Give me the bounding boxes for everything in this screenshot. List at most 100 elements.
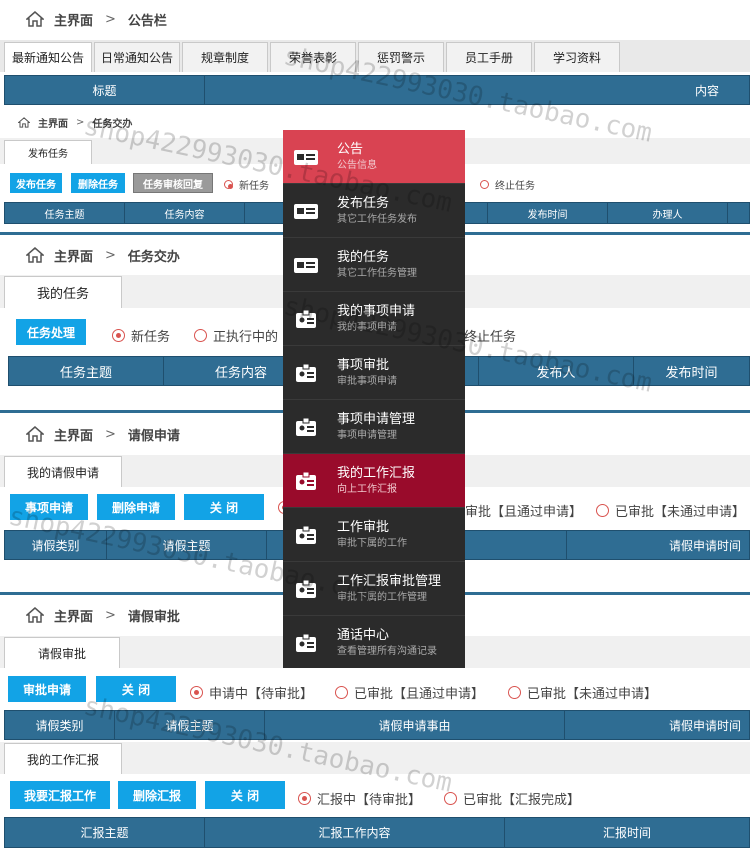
delete-apply-button[interactable]: 删除申请: [97, 494, 175, 520]
tab-my-leave[interactable]: 我的请假申请: [4, 456, 122, 487]
close-button[interactable]: 关 闭: [205, 781, 285, 809]
column-header[interactable]: 请假类别: [5, 711, 115, 739]
menu-item-title: 我的工作汇报: [337, 465, 416, 481]
radio-circle[interactable]: [444, 792, 457, 805]
radio-rejected[interactable]: 已审批【未通过申请】: [508, 683, 657, 702]
breadcrumb-home[interactable]: 主界面: [54, 425, 93, 444]
task-review-reply-button[interactable]: 任务审核回复: [133, 173, 213, 193]
home-icon[interactable]: [26, 426, 44, 442]
menu-item-request-management[interactable]: 事项申请管理 事项申请管理: [283, 400, 465, 454]
column-header[interactable]: 标题: [5, 76, 205, 104]
menu-item-call-center[interactable]: 通话中心 查看管理所有沟通记录: [283, 616, 465, 670]
radio-terminated-task[interactable]: 终止任务: [480, 177, 535, 192]
column-header[interactable]: 内容: [205, 76, 749, 104]
menu-item-subtitle: 其它工作任务管理: [337, 267, 417, 279]
column-header[interactable]: 发布时间: [634, 357, 749, 385]
tab-publish-task[interactable]: 发布任务: [4, 140, 92, 164]
home-icon[interactable]: [26, 11, 44, 27]
tab-handbook[interactable]: 员工手册: [446, 42, 532, 72]
radio-circle[interactable]: [298, 792, 311, 805]
apply-button[interactable]: 事项申请: [10, 494, 88, 520]
radio-in-progress[interactable]: 正执行中的: [194, 326, 278, 345]
home-icon[interactable]: [18, 116, 30, 128]
radio-approved[interactable]: 已审批【且通过申请】: [335, 683, 484, 702]
column-header[interactable]: 汇报主题: [5, 818, 205, 847]
radio-circle[interactable]: [596, 504, 609, 517]
column-header[interactable]: 请假主题: [107, 531, 267, 559]
badge-icon: [296, 363, 316, 382]
tab-my-task[interactable]: 我的任务: [4, 276, 122, 308]
tab-latest-notice[interactable]: 最新通知公告: [4, 42, 92, 72]
tab-penalties[interactable]: 惩罚警示: [358, 42, 444, 72]
badge-icon: [296, 417, 316, 436]
breadcrumb-home[interactable]: 主界面: [54, 606, 93, 625]
breadcrumb-home[interactable]: 主界面: [54, 246, 93, 265]
delete-task-button[interactable]: 删除任务: [71, 173, 125, 193]
menu-item-title: 发布任务: [337, 195, 390, 211]
delete-report-button[interactable]: 删除汇报: [118, 781, 196, 809]
column-header[interactable]: 办理人: [608, 203, 728, 223]
column-header[interactable]: 请假申请时间: [565, 711, 749, 739]
radio-circle[interactable]: [224, 180, 233, 189]
menu-item-my-request[interactable]: 我的事项申请 我的事项申请: [283, 292, 465, 346]
publish-task-button[interactable]: 发布任务: [10, 173, 62, 193]
submit-report-button[interactable]: 我要汇报工作: [10, 781, 110, 809]
id-card-icon: [294, 203, 318, 219]
column-header[interactable]: 汇报时间: [505, 818, 749, 847]
radio-circle[interactable]: [112, 329, 125, 342]
radio-circle[interactable]: [480, 180, 489, 189]
task-process-button[interactable]: 任务处理: [16, 319, 86, 345]
close-button[interactable]: 关 闭: [96, 676, 176, 702]
menu-item-my-task[interactable]: 我的任务 其它工作任务管理: [283, 238, 465, 292]
menu-item-notice[interactable]: 公告 公告信息: [283, 130, 465, 184]
home-icon[interactable]: [26, 247, 44, 263]
column-header[interactable]: 请假类别: [5, 531, 107, 559]
column-header[interactable]: 发布时间: [488, 203, 608, 223]
radio-report-done[interactable]: 已审批【汇报完成】: [444, 789, 580, 808]
menu-item-title: 事项申请管理: [337, 411, 416, 427]
breadcrumb-home[interactable]: 主界面: [38, 115, 68, 130]
radio-new-task[interactable]: 新任务: [224, 177, 269, 192]
tab-daily-notice[interactable]: 日常通知公告: [94, 42, 180, 72]
menu-item-subtitle: 其它工作任务发布: [337, 213, 417, 225]
approve-button[interactable]: 审批申请: [8, 676, 86, 702]
column-header[interactable]: 请假主题: [115, 711, 265, 739]
badge-icon: [296, 471, 316, 490]
breadcrumb-current: 请假审批: [127, 609, 180, 625]
radio-circle[interactable]: [194, 329, 207, 342]
menu-item-subtitle: 查看管理所有沟通记录: [337, 646, 437, 657]
radio-circle[interactable]: [508, 686, 521, 699]
radio-reporting[interactable]: 汇报中【待审批】: [298, 789, 421, 808]
column-header[interactable]: 请假申请时间: [567, 531, 749, 559]
nav-menu: 公告 公告信息 发布任务其它工作任务发布 我的任务 其它工作任务管理 我的事项申请我…: [283, 130, 465, 668]
radio-circle[interactable]: [335, 686, 348, 699]
menu-item-work-approval[interactable]: 工作审批 审批下属的工作: [283, 508, 465, 562]
column-header-blank: [728, 203, 749, 223]
radio-pending[interactable]: 申请中【待审批】: [190, 683, 313, 702]
menu-item-request-approval[interactable]: 事项审批 审批事项申请: [283, 346, 465, 400]
tab-honors[interactable]: 荣誉表彰: [270, 42, 356, 72]
menu-item-subtitle: 审批事项申请: [337, 375, 397, 387]
column-header[interactable]: 任务主题: [5, 203, 125, 223]
column-header[interactable]: 任务内容: [125, 203, 245, 223]
tab-learning[interactable]: 学习资料: [534, 42, 620, 72]
tab-rules[interactable]: 规章制度: [182, 42, 268, 72]
menu-item-publish-task[interactable]: 发布任务其它工作任务发布: [283, 184, 465, 238]
tab-leave-approval[interactable]: 请假审批: [4, 637, 120, 668]
breadcrumb-current: 请假申请: [127, 428, 180, 444]
radio-new-task[interactable]: 新任务: [112, 326, 170, 345]
column-header[interactable]: 发布人: [479, 357, 634, 385]
tab-my-report[interactable]: 我的工作汇报: [4, 743, 122, 774]
column-header[interactable]: 汇报工作内容: [205, 818, 505, 847]
radio-circle[interactable]: [190, 686, 203, 699]
column-header[interactable]: 任务主题: [9, 357, 164, 385]
home-icon[interactable]: [26, 607, 44, 623]
close-button[interactable]: 关 闭: [184, 494, 264, 520]
radio-rejected[interactable]: 已审批【未通过申请】: [596, 501, 745, 520]
menu-item-report-approval-management[interactable]: 工作汇报审批管理 审批下属的工作管理: [283, 562, 465, 616]
radio-label: 已审批【汇报完成】: [463, 793, 581, 808]
menu-item-my-report[interactable]: 我的工作汇报 向上工作汇报: [283, 454, 465, 508]
breadcrumb-home[interactable]: 主界面: [54, 10, 93, 29]
radio-label: 已审批【且通过申请】: [354, 687, 485, 702]
column-header[interactable]: 请假申请事由: [265, 711, 565, 739]
